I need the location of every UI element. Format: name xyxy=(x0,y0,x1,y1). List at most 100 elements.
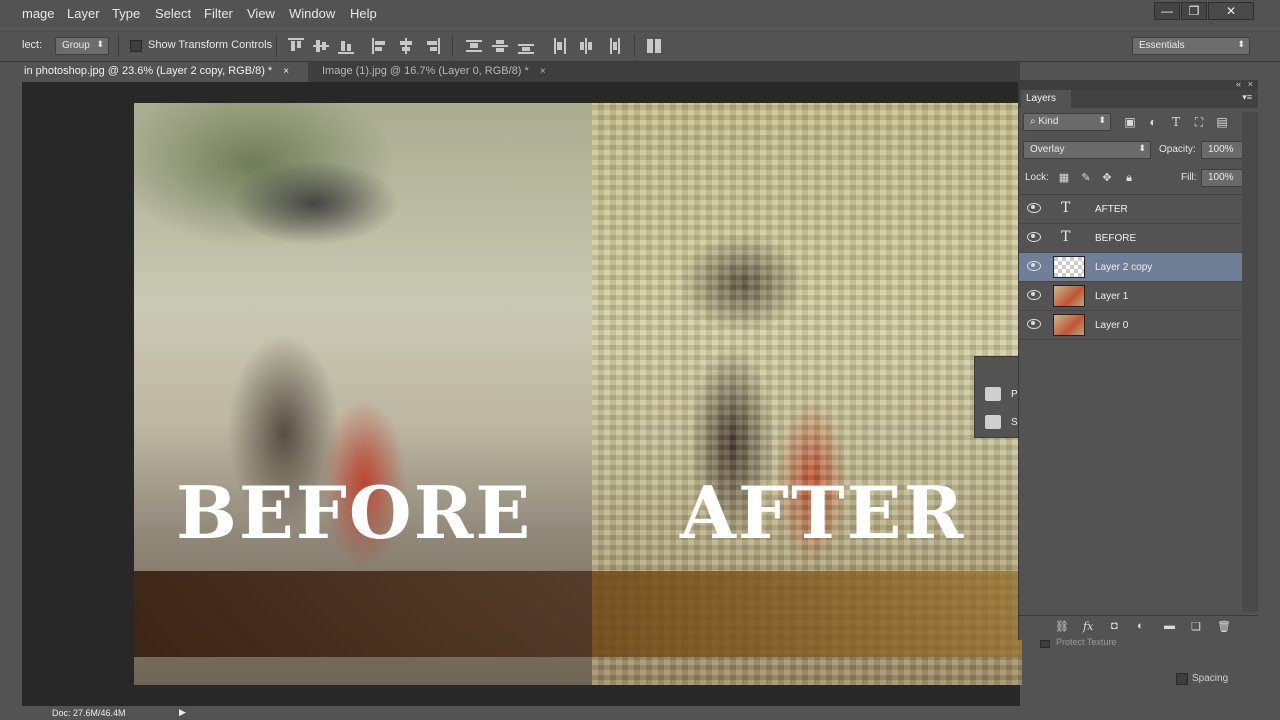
workspace-dropdown[interactable]: Essentials ⬍ xyxy=(1132,37,1250,55)
align-bottom-icon[interactable] xyxy=(338,38,354,54)
adjustment-filter-icon[interactable]: ◐ xyxy=(1146,115,1160,129)
spacing-label: Spacing xyxy=(1192,673,1229,684)
trash-icon[interactable]: 🗑︎ xyxy=(1217,620,1231,633)
type-layer-icon: T xyxy=(1061,200,1071,216)
menu-select[interactable]: Select xyxy=(155,6,191,21)
blend-mode-dropdown[interactable]: Overlay ⬍ xyxy=(1023,141,1151,159)
options-bar: lect: Group ⬍ Show Transform Controls Es… xyxy=(0,28,1280,62)
collapse-icon[interactable]: « xyxy=(1236,79,1241,89)
align-right-icon[interactable] xyxy=(424,38,440,54)
menu-view[interactable]: View xyxy=(247,6,275,21)
distribute-top-icon[interactable] xyxy=(466,38,482,54)
layer-row-layer-0[interactable]: Layer 0 xyxy=(1019,311,1243,340)
layer-name: BEFORE xyxy=(1095,233,1137,244)
eye-icon[interactable] xyxy=(1027,290,1041,300)
kind-label: Kind xyxy=(1038,116,1059,127)
status-menu-arrow-icon[interactable]: ▶ xyxy=(179,707,186,718)
collapsed-panel-dock: P S xyxy=(974,356,1020,438)
tab-label: Image (1).jpg @ 16.7% (Layer 0, RGB/8) * xyxy=(322,65,529,77)
minimize-button[interactable]: — xyxy=(1154,2,1180,20)
document-tab-bar: in photoshop.jpg @ 23.6% (Layer 2 copy, … xyxy=(0,62,1020,82)
fill-input[interactable]: 100% xyxy=(1201,169,1245,187)
tab-active-document[interactable]: in photoshop.jpg @ 23.6% (Layer 2 copy, … xyxy=(18,62,308,82)
mini-panel-label-2: S xyxy=(1011,417,1018,428)
layer-row-layer-2-copy[interactable]: Layer 2 copy xyxy=(1019,253,1243,282)
before-banner xyxy=(134,571,592,657)
fill-value: 100% xyxy=(1208,172,1234,183)
distribute-bottom-icon[interactable] xyxy=(518,38,534,54)
lock-all-icon[interactable]: 🔒︎ xyxy=(1122,171,1136,185)
menu-bar: mage Layer Type Select Filter View Windo… xyxy=(0,0,1280,28)
divider xyxy=(118,35,119,57)
show-transform-checkbox[interactable] xyxy=(130,40,142,52)
lock-position-icon[interactable]: ✥ xyxy=(1100,171,1114,185)
menu-type[interactable]: Type xyxy=(112,6,140,21)
menu-filter[interactable]: Filter xyxy=(204,6,233,21)
menu-layer[interactable]: Layer xyxy=(67,6,100,21)
fill-label: Fill: xyxy=(1181,172,1197,183)
close-icon[interactable]: × xyxy=(283,66,289,77)
distribute-hcenter-icon[interactable] xyxy=(578,38,594,54)
panel-menu-icon[interactable]: ▾≡ xyxy=(1242,92,1252,103)
lock-image-pixels-icon[interactable]: ✎ xyxy=(1079,171,1093,185)
panel-top-strip: « × xyxy=(1019,79,1259,90)
fx-icon[interactable]: fx xyxy=(1083,620,1093,633)
lock-transparent-icon[interactable]: ▦ xyxy=(1057,171,1071,185)
eye-icon[interactable] xyxy=(1027,203,1041,213)
distribute-left-icon[interactable] xyxy=(552,38,568,54)
layer-list: T AFTER T BEFORE Layer 2 copy Layer 1 La… xyxy=(1019,194,1243,354)
status-bar: Doc: 27.6M/46.4M ▶ xyxy=(22,706,1020,720)
close-icon[interactable]: × xyxy=(540,66,546,77)
eye-icon[interactable] xyxy=(1027,232,1041,242)
new-group-icon[interactable]: ▬ xyxy=(1164,620,1175,632)
eye-icon[interactable] xyxy=(1027,261,1041,271)
divider xyxy=(634,35,635,57)
auto-select-label: lect: xyxy=(22,39,43,51)
restore-button[interactable]: ❐ xyxy=(1181,2,1207,20)
layer-row-after[interactable]: T AFTER xyxy=(1019,195,1243,224)
link-layers-icon[interactable]: ⛓ xyxy=(1055,620,1069,633)
pixel-filter-icon[interactable]: ▣ xyxy=(1123,115,1137,129)
align-left-icon[interactable] xyxy=(372,38,388,54)
before-photo xyxy=(134,103,592,685)
properties-icon[interactable] xyxy=(985,387,1001,401)
add-mask-icon[interactable]: ◘ xyxy=(1111,620,1118,632)
opacity-input[interactable]: 100% xyxy=(1201,141,1245,159)
layers-scrollbar[interactable] xyxy=(1242,112,1258,612)
search-icon: ⌕ xyxy=(1030,116,1036,127)
layers-panel: « × Layers ▾≡ ⌕ Kind ⬍ ▣ ◐ T ⛶ ▤ Overlay… xyxy=(1018,79,1259,640)
menu-help[interactable]: Help xyxy=(350,6,377,21)
layer-name: Layer 1 xyxy=(1095,291,1129,302)
type-filter-icon[interactable]: T xyxy=(1169,115,1183,129)
menu-image[interactable]: mage xyxy=(22,6,55,21)
auto-align-layers-icon[interactable] xyxy=(646,38,662,54)
distribute-vcenter-icon[interactable] xyxy=(492,38,508,54)
dropdown-arrow-icon: ⬍ xyxy=(1237,39,1245,49)
layers-panel-footer: ⛓ fx ◘ ◐ ▬ ❏ 🗑︎ xyxy=(1019,615,1259,637)
spacing-checkbox[interactable] xyxy=(1176,673,1188,685)
tab-layers[interactable]: Layers xyxy=(1021,90,1071,108)
close-button[interactable]: ✕ xyxy=(1208,2,1254,20)
distribute-right-icon[interactable] xyxy=(604,38,620,54)
layer-thumbnail xyxy=(1053,285,1085,307)
protect-texture-checkbox[interactable] xyxy=(1040,640,1050,648)
tab-image-1[interactable]: Image (1).jpg @ 16.7% (Layer 0, RGB/8) *… xyxy=(316,62,566,82)
layer-row-layer-1[interactable]: Layer 1 xyxy=(1019,282,1243,311)
smart-object-filter-icon[interactable]: ▤ xyxy=(1215,115,1229,129)
auto-select-dropdown[interactable]: Group ⬍ xyxy=(55,37,109,55)
align-top-icon[interactable] xyxy=(288,38,304,54)
menu-window[interactable]: Window xyxy=(289,6,335,21)
align-hcenter-icon[interactable] xyxy=(398,38,414,54)
eye-icon[interactable] xyxy=(1027,319,1041,329)
styles-icon[interactable] xyxy=(985,415,1001,429)
layer-row-before[interactable]: T BEFORE xyxy=(1019,224,1243,253)
right-edge-strip xyxy=(1258,62,1280,720)
align-vcenter-icon[interactable] xyxy=(313,38,329,54)
dropdown-arrow-icon: ⬍ xyxy=(1138,143,1146,153)
close-icon[interactable]: × xyxy=(1248,79,1253,89)
adjustment-layer-icon[interactable]: ◐ xyxy=(1137,620,1144,632)
kind-filter-dropdown[interactable]: ⌕ Kind ⬍ xyxy=(1023,113,1111,131)
shape-filter-icon[interactable]: ⛶ xyxy=(1192,115,1206,129)
blend-mode-value: Overlay xyxy=(1030,144,1065,155)
new-layer-icon[interactable]: ❏ xyxy=(1191,620,1201,633)
